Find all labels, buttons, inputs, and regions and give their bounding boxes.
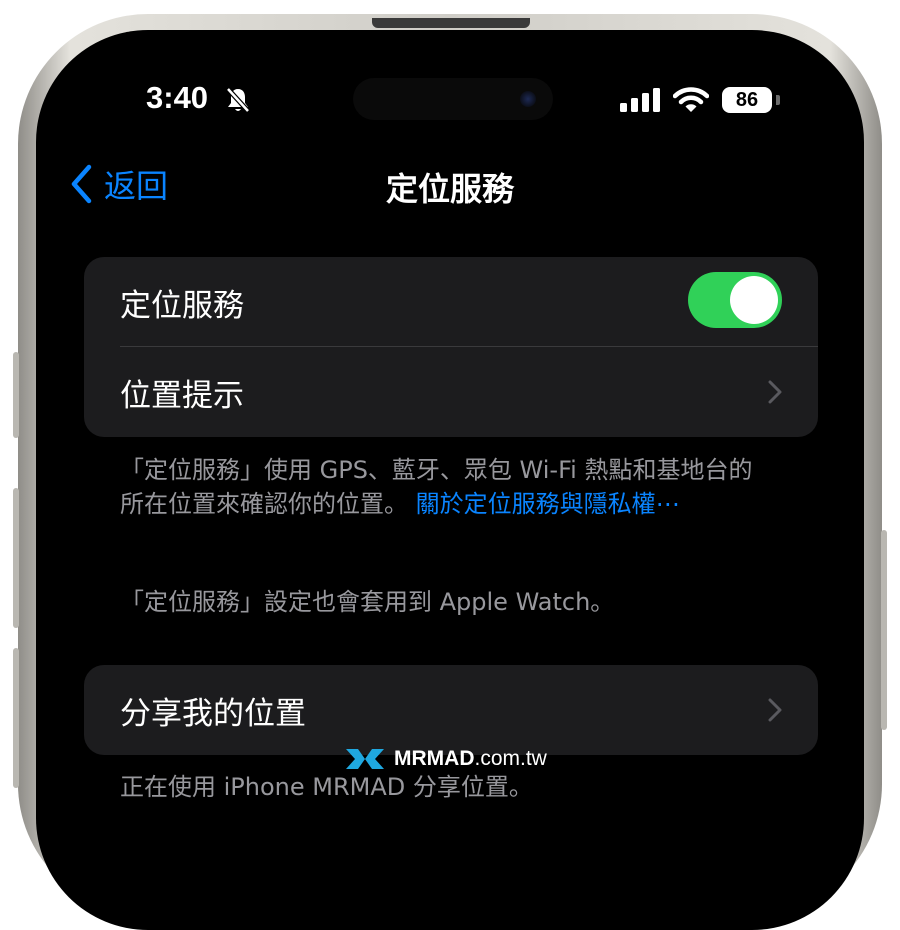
phone-screen: 3:40 86 定位服務 返回 定位服務 位置提示 「定位服務」使用 GPS、藍… xyxy=(36,30,864,930)
wifi-icon xyxy=(673,87,709,112)
privacy-link[interactable]: 關於定位服務與隱私權⋯ xyxy=(416,490,680,518)
battery-cap xyxy=(776,95,780,105)
chevron-right-icon xyxy=(768,380,782,404)
share-my-location-label: 分享我的位置 xyxy=(120,695,306,732)
location-alerts-row[interactable]: 位置提示 xyxy=(84,347,818,437)
dynamic-island xyxy=(353,78,553,120)
chevron-left-icon xyxy=(71,164,92,204)
share-my-location-row[interactable]: 分享我的位置 xyxy=(84,665,818,755)
top-speaker-notch xyxy=(372,18,530,28)
left-side-button-volume-up xyxy=(13,488,19,628)
share-location-group: 分享我的位置 xyxy=(84,665,818,755)
apple-watch-note: 「定位服務」設定也會套用到 Apple Watch。 xyxy=(120,588,615,616)
watermark-text: MRMAD.com.tw xyxy=(394,747,547,771)
bell-slash-icon xyxy=(226,87,250,113)
sharing-from-note: 正在使用 iPhone MRMAD 分享位置。 xyxy=(120,773,533,801)
left-side-button-volume-down xyxy=(13,648,19,788)
watermark-brand: MRMAD xyxy=(394,747,475,770)
location-services-toggle[interactable] xyxy=(688,272,782,328)
camera-icon xyxy=(520,91,536,107)
location-services-label: 定位服務 xyxy=(120,287,244,324)
location-services-description: 「定位服務」使用 GPS、藍牙、眾包 Wi-Fi 熱點和基地台的所在位置來確認你… xyxy=(120,453,760,521)
toggle-knob xyxy=(730,276,778,324)
status-time: 3:40 xyxy=(146,80,209,115)
chevron-right-icon xyxy=(768,698,782,722)
left-side-button-action xyxy=(13,352,19,438)
location-alerts-label: 位置提示 xyxy=(120,377,244,414)
watermark-domain: .com.tw xyxy=(474,747,547,770)
right-side-button-power xyxy=(881,530,887,730)
cellular-signal-icon xyxy=(620,88,660,112)
watermark: MRMAD.com.tw xyxy=(344,744,547,774)
back-button[interactable]: 返回 xyxy=(70,164,169,205)
mrmad-logo-icon xyxy=(346,749,384,769)
location-services-row: 定位服務 xyxy=(84,257,818,347)
back-button-label: 返回 xyxy=(104,167,169,205)
location-settings-group: 定位服務 位置提示 xyxy=(84,257,818,437)
battery-indicator: 86 xyxy=(722,87,772,113)
